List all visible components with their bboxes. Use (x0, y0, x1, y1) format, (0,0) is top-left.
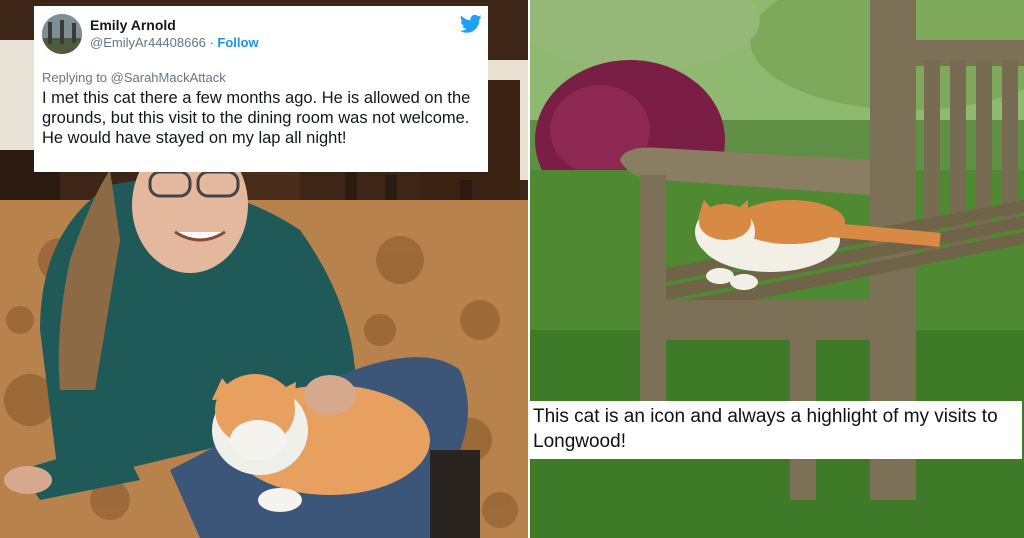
twitter-bird-icon[interactable] (460, 14, 482, 34)
user-avatar[interactable] (42, 14, 82, 54)
replying-to-line[interactable]: Replying to @SarahMackAttack (42, 70, 478, 85)
avatar-image (42, 14, 82, 54)
photo-caption: This cat is an icon and always a highlig… (530, 401, 1022, 459)
tweet-display-name[interactable]: Emily Arnold (90, 17, 259, 34)
right-photo-panel: This cat is an icon and always a highlig… (530, 0, 1024, 538)
tweet-handle[interactable]: @EmilyAr44408666 (90, 35, 206, 50)
embedded-tweet-card: Emily Arnold @EmilyAr44408666 · Follow R… (34, 6, 488, 172)
tweet-body-text: I met this cat there a few months ago. H… (42, 89, 471, 147)
follow-button[interactable]: Follow (217, 35, 258, 50)
handle-separator: · (209, 35, 214, 50)
left-photo-panel: Emily Arnold @EmilyAr44408666 · Follow R… (0, 0, 528, 538)
tweet-handle-row: @EmilyAr44408666 · Follow (90, 34, 259, 51)
